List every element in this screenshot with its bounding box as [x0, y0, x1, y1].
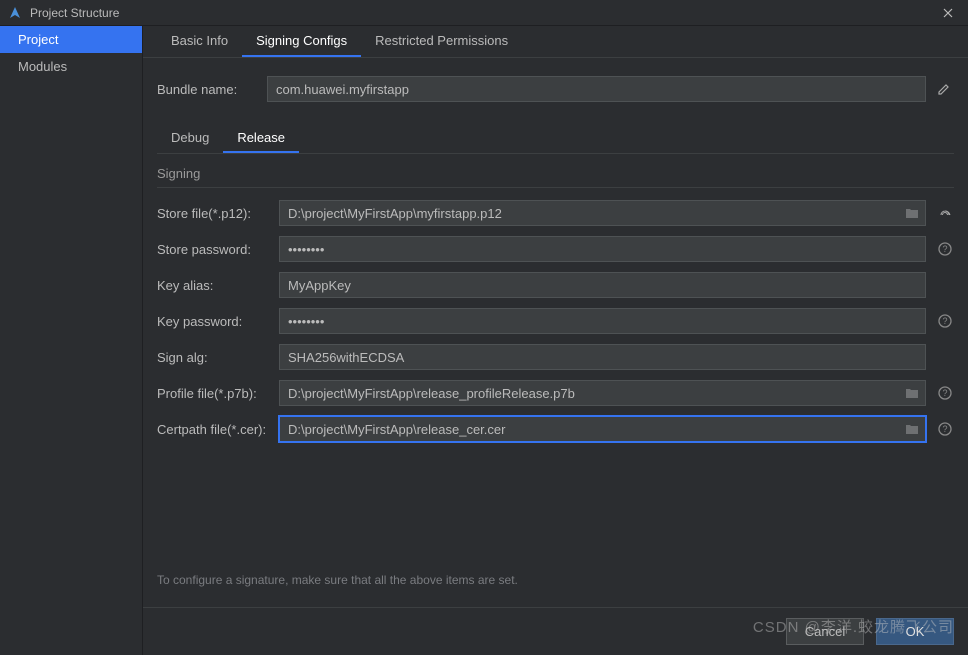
row-certpath-file: Certpath file(*.cer): ?	[157, 416, 954, 442]
content: Basic Info Signing Configs Restricted Pe…	[143, 26, 968, 655]
store-password-label: Store password:	[157, 242, 279, 257]
section-signing-title: Signing	[157, 166, 954, 188]
folder-icon[interactable]	[904, 421, 920, 437]
row-key-alias: Key alias:	[157, 272, 954, 298]
row-store-password: Store password: ?	[157, 236, 954, 262]
profile-file-label: Profile file(*.p7b):	[157, 386, 279, 401]
profile-file-input[interactable]	[279, 380, 926, 406]
top-tabs: Basic Info Signing Configs Restricted Pe…	[143, 26, 968, 58]
svg-text:?: ?	[942, 316, 947, 326]
cancel-button[interactable]: Cancel	[786, 618, 864, 645]
button-bar: Cancel OK	[143, 607, 968, 655]
store-file-label: Store file(*.p12):	[157, 206, 279, 221]
bundle-row: Bundle name:	[157, 76, 954, 102]
help-icon[interactable]: ?	[936, 312, 954, 330]
bundle-name-label: Bundle name:	[157, 82, 267, 97]
help-icon[interactable]: ?	[936, 420, 954, 438]
help-icon[interactable]: ?	[936, 384, 954, 402]
row-store-file: Store file(*.p12):	[157, 200, 954, 226]
tab-restricted-permissions[interactable]: Restricted Permissions	[361, 26, 522, 57]
sidebar: Project Modules	[0, 26, 143, 655]
titlebar: Project Structure	[0, 0, 968, 26]
window-title: Project Structure	[30, 6, 936, 20]
tab-release[interactable]: Release	[223, 124, 299, 153]
folder-icon[interactable]	[904, 205, 920, 221]
tab-debug[interactable]: Debug	[157, 124, 223, 153]
help-icon[interactable]: ?	[936, 240, 954, 258]
inner-tabs: Debug Release	[157, 124, 954, 154]
svg-text:?: ?	[942, 424, 947, 434]
row-key-password: Key password: ?	[157, 308, 954, 334]
store-password-input[interactable]	[279, 236, 926, 262]
row-sign-alg: Sign alg:	[157, 344, 954, 370]
svg-text:?: ?	[942, 388, 947, 398]
store-file-input[interactable]	[279, 200, 926, 226]
hint-text: To configure a signature, make sure that…	[157, 573, 954, 607]
certpath-file-input[interactable]	[279, 416, 926, 442]
form-area: Bundle name: Debug Release Signing Store…	[143, 58, 968, 607]
svg-text:?: ?	[942, 244, 947, 254]
folder-icon[interactable]	[904, 385, 920, 401]
key-alias-input[interactable]	[279, 272, 926, 298]
certpath-file-label: Certpath file(*.cer):	[157, 422, 279, 437]
row-profile-file: Profile file(*.p7b): ?	[157, 380, 954, 406]
edit-icon[interactable]	[934, 79, 954, 99]
sidebar-item-modules[interactable]: Modules	[0, 53, 142, 80]
ok-button[interactable]: OK	[876, 618, 954, 645]
fingerprint-icon[interactable]	[936, 204, 954, 222]
key-password-input[interactable]	[279, 308, 926, 334]
app-icon	[8, 6, 22, 20]
sign-alg-input[interactable]	[279, 344, 926, 370]
tab-basic-info[interactable]: Basic Info	[157, 26, 242, 57]
close-icon[interactable]	[936, 3, 960, 23]
main-layout: Project Modules Basic Info Signing Confi…	[0, 26, 968, 655]
tab-signing-configs[interactable]: Signing Configs	[242, 26, 361, 57]
key-alias-label: Key alias:	[157, 278, 279, 293]
key-password-label: Key password:	[157, 314, 279, 329]
bundle-name-input[interactable]	[267, 76, 926, 102]
sidebar-item-project[interactable]: Project	[0, 26, 142, 53]
sign-alg-label: Sign alg:	[157, 350, 279, 365]
